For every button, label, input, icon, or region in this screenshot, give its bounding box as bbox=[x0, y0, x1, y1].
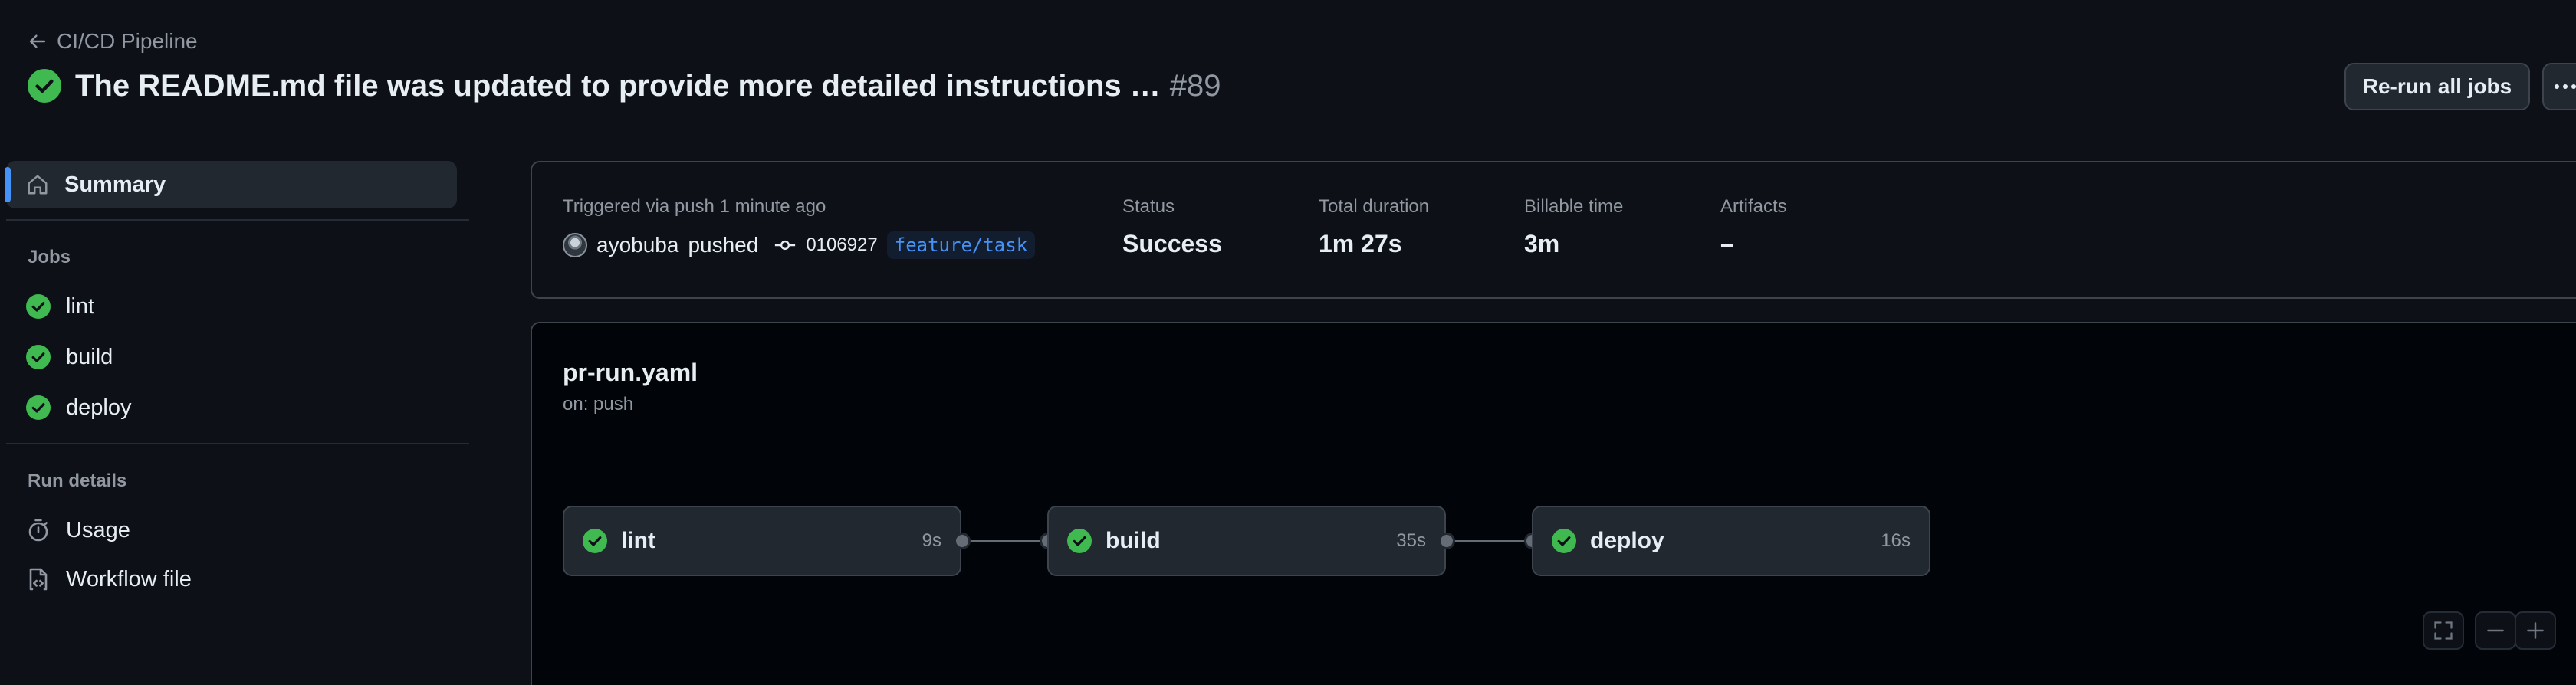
job-duration: 16s bbox=[1881, 530, 1911, 551]
check-circle-fill-icon bbox=[26, 395, 51, 420]
workflow-trigger: on: push bbox=[563, 394, 634, 415]
sidebar-item-summary[interactable]: Summary bbox=[5, 161, 457, 208]
billable-value: 3m bbox=[1524, 230, 1560, 257]
actor-name[interactable]: ayobuba bbox=[596, 233, 678, 257]
check-circle-fill-icon bbox=[28, 69, 61, 103]
artifacts-value: – bbox=[1720, 230, 1734, 257]
sidebar-item-label: Summary bbox=[64, 172, 166, 197]
job-node-build[interactable]: build 35s bbox=[1047, 506, 1446, 576]
zoom-out-button[interactable] bbox=[2475, 611, 2516, 650]
job-duration: 9s bbox=[922, 530, 941, 551]
kebab-dot-icon bbox=[2571, 84, 2576, 89]
run-number: #89 bbox=[1169, 68, 1221, 103]
fullscreen-icon bbox=[2434, 621, 2453, 640]
job-connector bbox=[1446, 540, 1532, 542]
check-circle-fill-icon bbox=[583, 529, 607, 553]
actor-action: pushed bbox=[688, 233, 759, 257]
rerun-all-jobs-button[interactable]: Re-run all jobs bbox=[2344, 63, 2530, 110]
run-title-row: The README.md file was updated to provid… bbox=[28, 64, 1221, 107]
job-name: deploy bbox=[1590, 528, 1664, 553]
check-circle-fill-icon bbox=[26, 294, 51, 319]
status-label: Status bbox=[1122, 196, 1175, 217]
workflow-graph-card: pr-run.yaml on: push lint 9s build 35s d… bbox=[531, 322, 2576, 685]
more-actions-button[interactable] bbox=[2542, 63, 2576, 110]
trigger-details: ayobuba pushed 0106927 feature/task bbox=[563, 230, 1036, 261]
run-title: The README.md file was updated to provid… bbox=[75, 68, 1161, 103]
workflow-run-page: CI/CD Pipeline The README.md file was up… bbox=[0, 0, 2576, 685]
jobs-heading: Jobs bbox=[28, 247, 71, 267]
billable-label: Billable time bbox=[1524, 196, 1624, 217]
job-name: lint bbox=[621, 528, 656, 553]
trigger-label: Triggered via push 1 minute ago bbox=[563, 196, 826, 217]
commit-sha-link[interactable]: 0106927 bbox=[806, 234, 877, 256]
run-summary-card: Triggered via push 1 minute ago ayobuba … bbox=[531, 161, 2576, 299]
artifacts-label: Artifacts bbox=[1720, 196, 1787, 217]
status-value: Success bbox=[1122, 230, 1222, 257]
git-commit-icon bbox=[775, 240, 796, 251]
sidebar-divider bbox=[6, 219, 469, 221]
back-link-label: CI/CD Pipeline bbox=[57, 29, 198, 53]
job-duration: 35s bbox=[1396, 530, 1426, 551]
fullscreen-button[interactable] bbox=[2423, 611, 2464, 650]
sidebar-item-job-lint[interactable]: lint bbox=[6, 285, 457, 328]
sidebar-item-job-build[interactable]: build bbox=[6, 336, 457, 379]
job-name: build bbox=[1106, 528, 1161, 553]
job-output-port bbox=[1438, 533, 1455, 549]
sidebar-item-usage[interactable]: Usage bbox=[6, 509, 457, 552]
job-connector bbox=[961, 540, 1047, 542]
sidebar-item-job-deploy[interactable]: deploy bbox=[6, 386, 457, 429]
branch-badge[interactable]: feature/task bbox=[886, 231, 1036, 259]
check-circle-fill-icon bbox=[26, 345, 51, 369]
kebab-dot-icon bbox=[2563, 84, 2568, 89]
home-icon bbox=[28, 175, 48, 195]
job-node-lint[interactable]: lint 9s bbox=[563, 506, 961, 576]
run-details-heading: Run details bbox=[28, 470, 127, 491]
duration-value: 1m 27s bbox=[1319, 230, 1402, 257]
check-circle-fill-icon bbox=[1552, 529, 1576, 553]
sidebar-item-label: deploy bbox=[66, 395, 132, 420]
plus-icon bbox=[2527, 622, 2544, 639]
sidebar-item-label: Workflow file bbox=[66, 566, 192, 592]
kebab-dot-icon bbox=[2555, 84, 2559, 89]
sidebar-item-label: lint bbox=[66, 293, 95, 319]
back-to-workflow-link[interactable]: CI/CD Pipeline bbox=[28, 26, 198, 57]
job-output-port bbox=[954, 533, 971, 549]
arrow-left-icon bbox=[29, 34, 46, 48]
sidebar-item-label: build bbox=[66, 344, 113, 369]
check-circle-fill-icon bbox=[1067, 529, 1092, 553]
file-code-icon bbox=[29, 568, 48, 591]
avatar[interactable] bbox=[563, 233, 587, 257]
workflow-file-name[interactable]: pr-run.yaml bbox=[563, 359, 698, 387]
stopwatch-icon bbox=[28, 519, 48, 542]
sidebar-divider bbox=[6, 443, 469, 444]
sidebar-item-workflow-file[interactable]: Workflow file bbox=[6, 558, 457, 601]
duration-label: Total duration bbox=[1319, 196, 1430, 217]
zoom-in-button[interactable] bbox=[2515, 611, 2556, 650]
minus-icon bbox=[2487, 629, 2504, 632]
job-node-deploy[interactable]: deploy 16s bbox=[1532, 506, 1930, 576]
sidebar-item-label: Usage bbox=[66, 517, 130, 542]
